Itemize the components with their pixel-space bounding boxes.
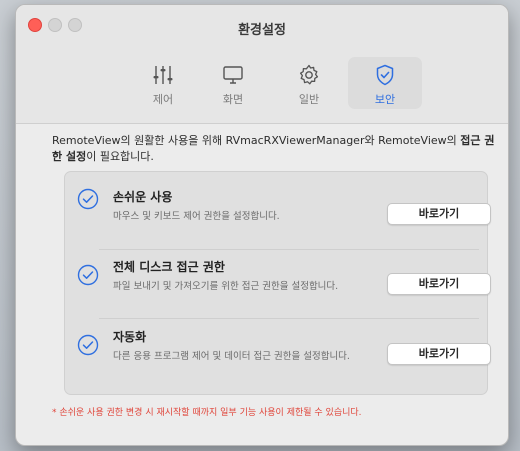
permission-title: 자동화 — [113, 330, 147, 344]
tab-control[interactable]: 제어 — [126, 57, 200, 109]
intro-text-part1: RemoteView의 원활한 사용을 위해 RVmacRXViewerMana… — [52, 134, 461, 147]
tab-security[interactable]: 보안 — [348, 57, 422, 109]
permission-title: 손쉬운 사용 — [113, 190, 173, 204]
permission-description: 다른 응용 프로그램 제어 및 데이터 접근 권한을 설정합니다. — [113, 351, 350, 362]
sliders-icon — [153, 66, 173, 84]
preferences-tabs: 제어 화면 일반 보안 — [16, 57, 508, 113]
tab-display[interactable]: 화면 — [196, 57, 270, 109]
preferences-window: 환경설정 제어 화면 일반 보안 RemoteView의 원활한 사용을 위해 … — [15, 4, 509, 446]
open-accessibility-settings-button[interactable]: 바로가기 — [387, 203, 491, 225]
titlebar-toolbar: 환경설정 제어 화면 일반 보안 — [16, 5, 508, 124]
tab-general[interactable]: 일반 — [272, 57, 346, 109]
open-automation-settings-button[interactable]: 바로가기 — [387, 343, 491, 365]
intro-text-part2: 이 필요합니다. — [86, 150, 154, 163]
open-full-disk-access-settings-button[interactable]: 바로가기 — [387, 273, 491, 295]
intro-text: RemoteView의 원활한 사용을 위해 RVmacRXViewerMana… — [52, 133, 502, 165]
row-divider — [99, 249, 479, 250]
display-icon — [223, 66, 243, 84]
tab-label: 보안 — [374, 93, 396, 106]
row-divider — [99, 318, 479, 319]
gear-icon — [299, 64, 319, 85]
check-circle-icon — [77, 334, 99, 356]
window-title: 환경설정 — [238, 23, 286, 38]
permission-description: 마우스 및 키보드 제어 권한을 설정합니다. — [113, 211, 280, 222]
permission-row-accessibility: 손쉬운 사용 마우스 및 키보드 제어 권한을 설정합니다. 바로가기 — [65, 182, 491, 252]
tab-label: 제어 — [152, 93, 174, 106]
permissions-panel: 손쉬운 사용 마우스 및 키보드 제어 권한을 설정합니다. 바로가기 전체 디… — [64, 171, 491, 395]
permission-title: 전체 디스크 접근 권한 — [113, 260, 225, 274]
tab-label: 일반 — [298, 93, 320, 106]
check-circle-icon — [77, 264, 99, 286]
tab-label: 화면 — [222, 93, 244, 106]
shield-check-icon — [376, 64, 394, 86]
permission-row-automation: 자동화 다른 응용 프로그램 제어 및 데이터 접근 권한을 설정합니다. 바로… — [65, 322, 491, 392]
restart-warning-text: * 손쉬운 사용 권한 변경 시 재시작할 때까지 일부 기능 사용이 제한될 … — [52, 408, 362, 418]
check-circle-icon — [77, 188, 99, 210]
permission-row-full-disk-access: 전체 디스크 접근 권한 파일 보내기 및 가져오기를 위한 접근 권한을 설정… — [65, 252, 491, 322]
permission-description: 파일 보내기 및 가져오기를 위한 접근 권한을 설정합니다. — [113, 281, 339, 292]
